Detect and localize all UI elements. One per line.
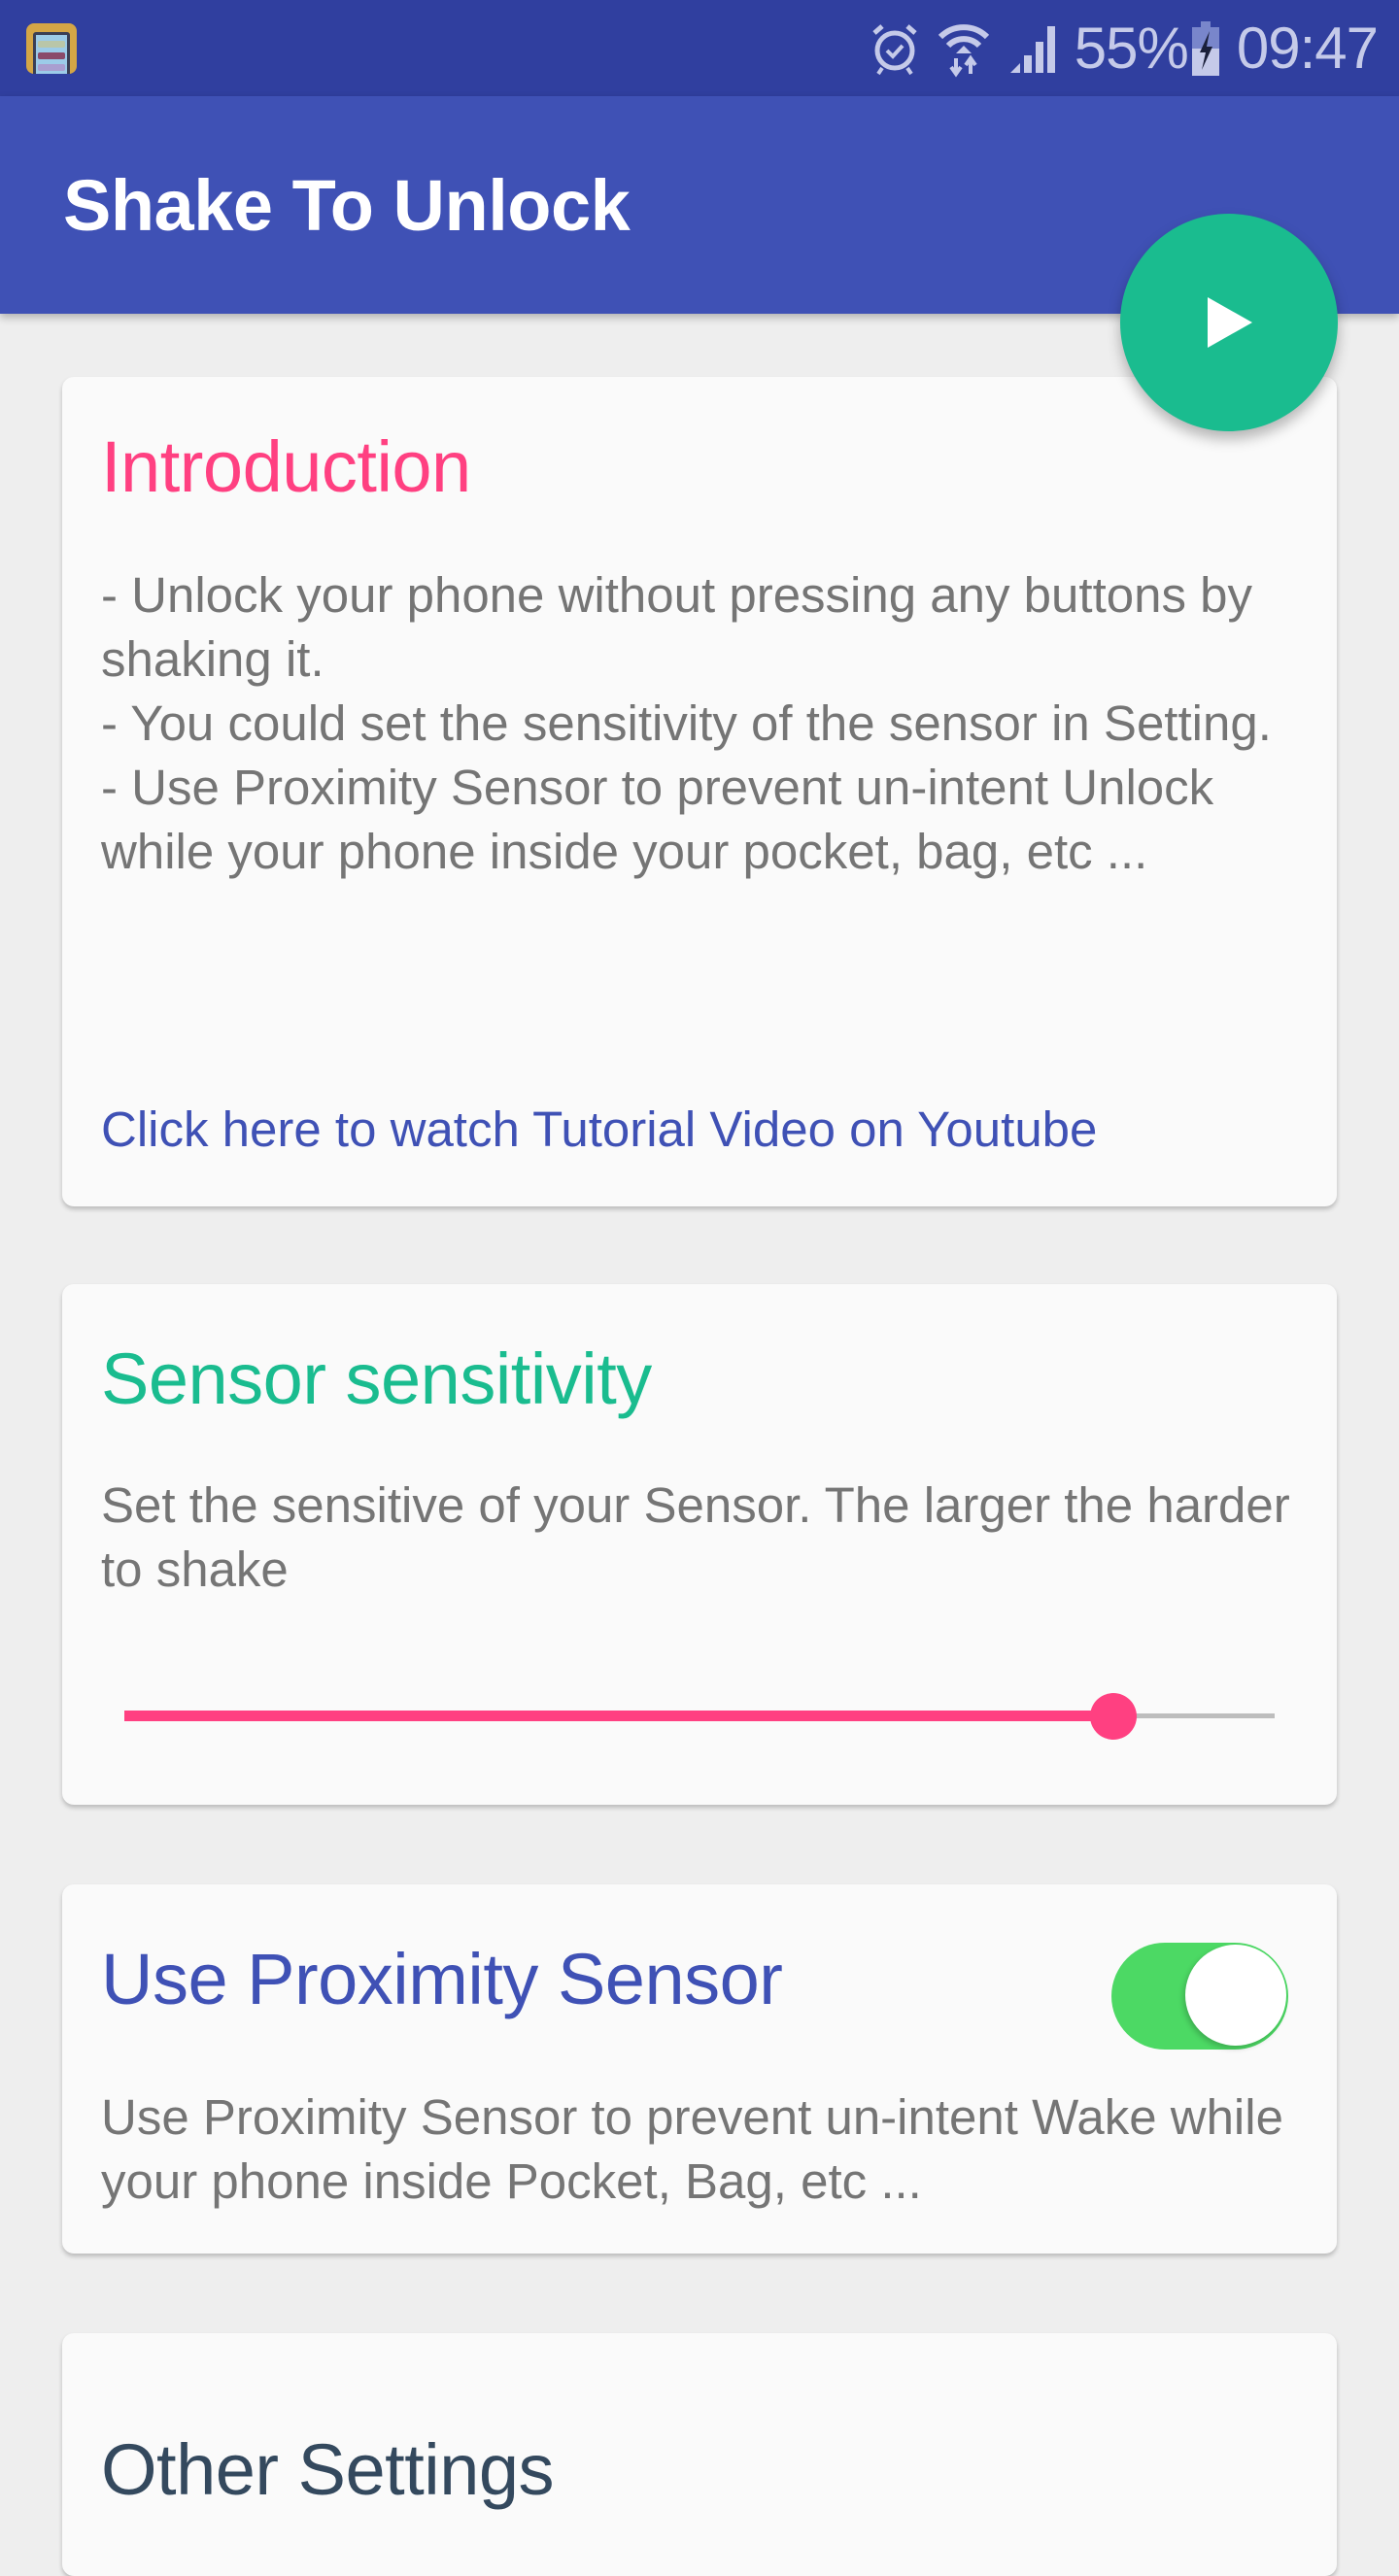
slider-fill	[124, 1711, 1113, 1721]
signal-icon	[1009, 25, 1055, 73]
proximity-sensor-description: Use Proximity Sensor to prevent un-inten…	[101, 2089, 1283, 2209]
play-icon	[1208, 297, 1252, 348]
status-bar: 55% 09:47	[0, 0, 1399, 96]
app-title: Shake To Unlock	[63, 165, 631, 246]
wifi-icon	[938, 23, 989, 77]
proximity-sensor-title: Use Proximity Sensor	[101, 1939, 783, 2019]
play-button[interactable]	[1120, 214, 1338, 431]
proximity-sensor-card: Use Proximity Sensor Use Proximity Senso…	[62, 1884, 1337, 2254]
introduction-body: - Unlock your phone without pressing any…	[101, 567, 1272, 879]
tutorial-video-link[interactable]: Click here to watch Tutorial Video on Yo…	[101, 1101, 1097, 1158]
sensor-sensitivity-description: Set the sensitive of your Sensor. The la…	[101, 1477, 1290, 1597]
status-icons: 55% 09:47	[870, 0, 1379, 96]
alarm-icon	[872, 23, 917, 75]
battery-charging-icon	[1191, 20, 1219, 76]
sensitivity-slider[interactable]	[124, 1687, 1275, 1746]
introduction-card: Introduction - Unlock your phone without…	[62, 377, 1337, 1206]
proximity-sensor-toggle[interactable]	[1111, 1943, 1288, 2050]
battery-percent: 55%	[1074, 15, 1189, 81]
sensor-sensitivity-title: Sensor sensitivity	[101, 1339, 652, 1419]
introduction-title: Introduction	[101, 426, 471, 507]
app-phone-icon	[26, 23, 77, 74]
clock: 09:47	[1236, 15, 1379, 81]
toggle-knob	[1185, 1945, 1286, 2046]
slider-thumb[interactable]	[1090, 1693, 1137, 1740]
sensor-sensitivity-card: Sensor sensitivity Set the sensitive of …	[62, 1284, 1337, 1805]
other-settings-card: Other Settings	[62, 2333, 1337, 2576]
other-settings-title: Other Settings	[101, 2429, 555, 2510]
